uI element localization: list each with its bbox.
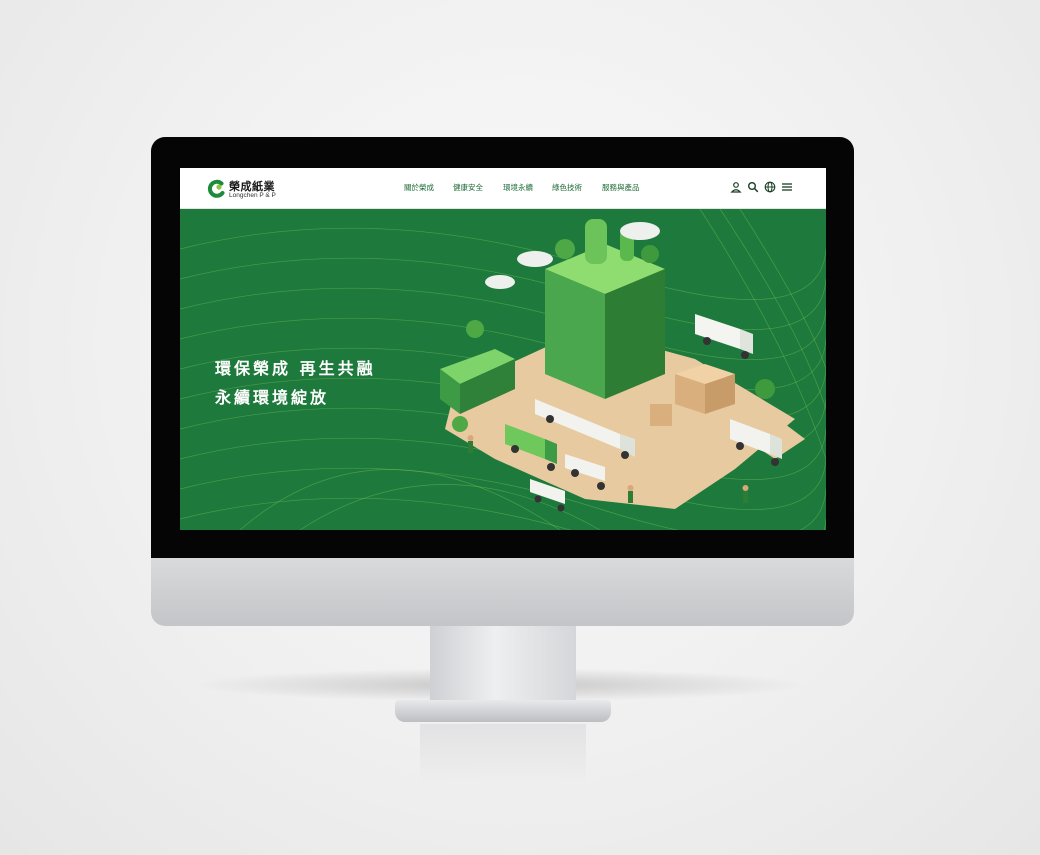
search-icon[interactable] [747, 181, 759, 193]
hero-banner: 環保榮成 再生共融 永續環境綻放 [180, 209, 826, 530]
imac-mockup: 榮成紙業 Longchen P & P 關於榮成 健康安全 環境永續 綠色技術 … [0, 0, 1040, 855]
nav-item-about[interactable]: 關於榮成 [404, 182, 434, 193]
monitor-stand-base [395, 700, 611, 722]
monitor-chin [151, 558, 854, 626]
hero-headline-line2: 永續環境綻放 [215, 388, 330, 407]
monitor-stand [430, 626, 576, 702]
nav-item-green-tech[interactable]: 綠色技術 [552, 182, 582, 193]
website-screen: 榮成紙業 Longchen P & P 關於榮成 健康安全 環境永續 綠色技術 … [180, 168, 826, 530]
hero-headline-line1: 環保榮成 再生共融 [215, 359, 376, 378]
header-icons [730, 181, 800, 195]
nav-item-health-safety[interactable]: 健康安全 [453, 182, 483, 193]
nav-item-sustainability[interactable]: 環境永續 [503, 182, 533, 193]
company-logo[interactable]: 榮成紙業 Longchen P & P [207, 177, 307, 201]
logo-mark-icon [207, 179, 225, 198]
user-icon[interactable] [730, 181, 742, 193]
nav-item-services-products[interactable]: 服務與產品 [602, 182, 640, 193]
site-header: 榮成紙業 Longchen P & P 關於榮成 健康安全 環境永續 綠色技術 … [180, 168, 826, 209]
globe-icon[interactable] [764, 181, 776, 193]
menu-icon[interactable] [781, 181, 793, 193]
logo-name-en: Longchen P & P [229, 192, 276, 199]
stand-reflection [420, 724, 586, 784]
isometric-recycling-illustration [440, 219, 805, 512]
